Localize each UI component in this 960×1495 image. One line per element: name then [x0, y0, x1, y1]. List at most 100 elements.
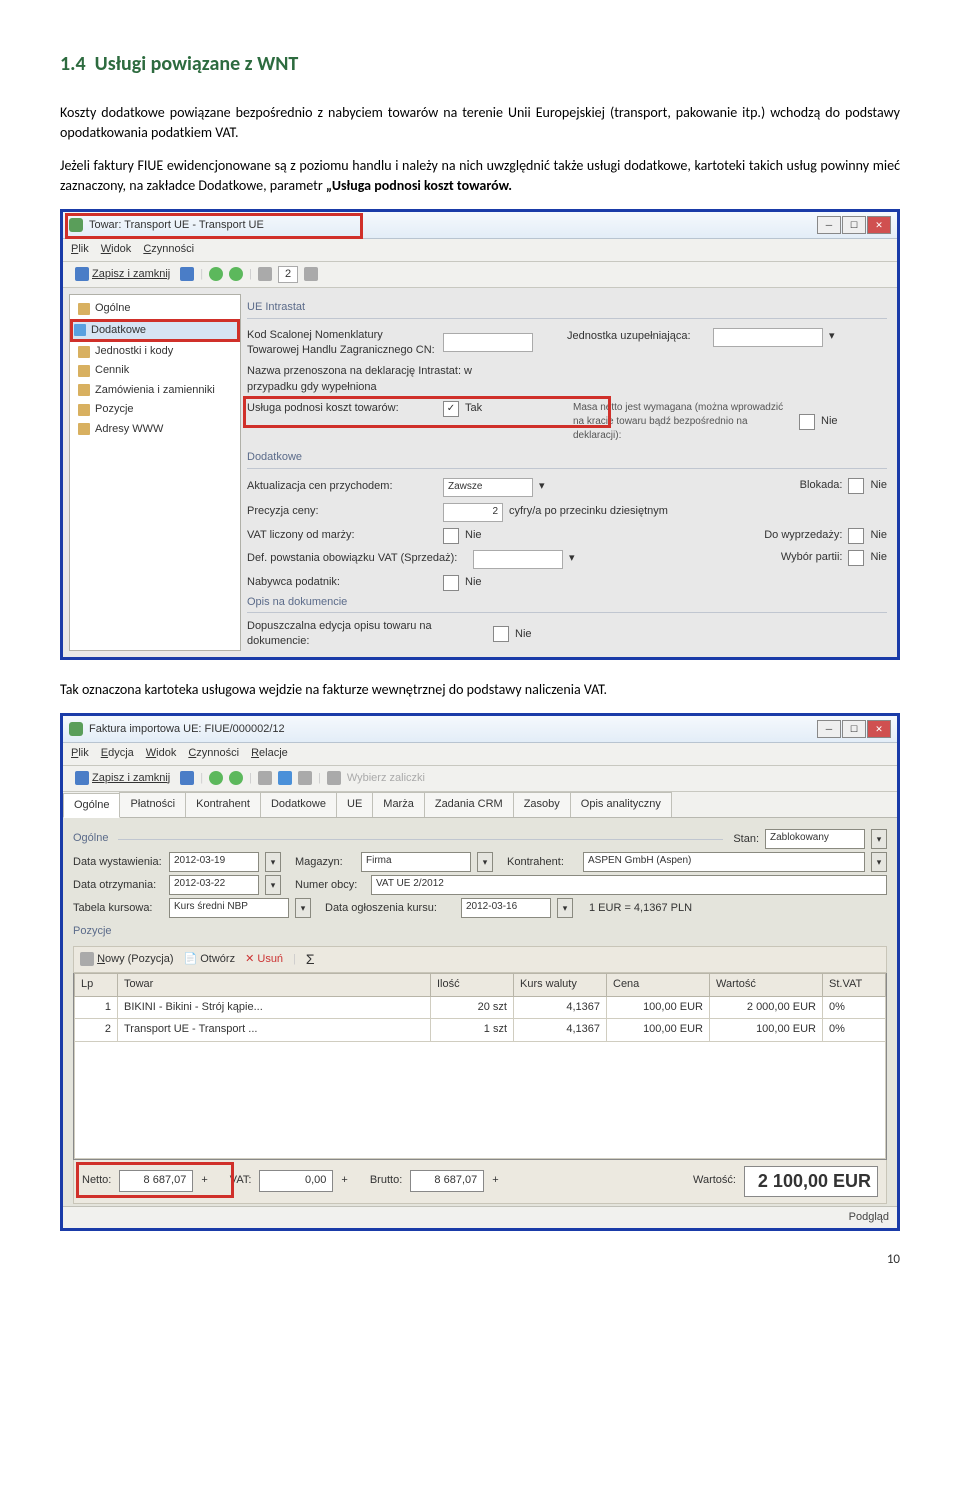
- nowy-pozycja-button[interactable]: Nowy (Pozycja): [80, 952, 173, 967]
- field-data-otrz[interactable]: 2012-03-22: [169, 875, 259, 895]
- sigma-button[interactable]: Σ: [306, 950, 315, 970]
- label-def: Def. powstania obowiązku VAT (Sprzedaż):: [247, 551, 467, 566]
- tree-cennik[interactable]: Cennik: [70, 361, 240, 380]
- checkbox-nab[interactable]: [443, 575, 459, 591]
- label-kontrahent: Kontrahent:: [507, 855, 577, 870]
- field-akt[interactable]: Zawsze: [443, 478, 533, 497]
- dropdown-icon[interactable]: ▾: [871, 852, 887, 872]
- tree-ogolne[interactable]: Ogólne: [70, 299, 240, 318]
- menu-czynnosci[interactable]: Czynności: [188, 746, 239, 761]
- plus-button[interactable]: +: [201, 1173, 207, 1188]
- usun-button[interactable]: ✕ Usuń: [245, 952, 283, 967]
- col-wartosc[interactable]: Wartość: [710, 974, 823, 996]
- dropdown-icon[interactable]: ▾: [829, 329, 835, 344]
- table-row[interactable]: 2 Transport UE - Transport ... 1 szt 4,1…: [75, 1019, 886, 1041]
- field-stan[interactable]: Zablokowany: [765, 829, 865, 849]
- tool-icon-2[interactable]: [304, 267, 318, 281]
- menu-edycja[interactable]: Edycja: [101, 746, 134, 761]
- field-tabela[interactable]: Kurs średni NBP: [169, 898, 289, 918]
- field-kod-cn[interactable]: [443, 333, 533, 352]
- save-close-button[interactable]: Zapisz i zamknij: [71, 266, 174, 283]
- tab-ue[interactable]: UE: [336, 792, 373, 817]
- close-button[interactable]: ✕: [867, 720, 891, 738]
- tool-icon[interactable]: [258, 771, 272, 785]
- save-close-button[interactable]: Zapisz i zamknij: [71, 770, 174, 787]
- save-icon[interactable]: [180, 267, 194, 281]
- nav-back-icon[interactable]: [209, 771, 223, 785]
- col-cena[interactable]: Cena: [607, 974, 710, 996]
- tree-dodatkowe[interactable]: Dodatkowe: [70, 319, 240, 342]
- tab-zadania[interactable]: Zadania CRM: [424, 792, 514, 817]
- menu-czynnosci[interactable]: Czynności: [143, 242, 194, 257]
- tree-jednostki[interactable]: Jednostki i kody: [70, 342, 240, 361]
- menu-relacje[interactable]: Relacje: [251, 746, 288, 761]
- close-button[interactable]: ✕: [867, 216, 891, 234]
- tool-icon-1[interactable]: [258, 267, 272, 281]
- field-numer-obcy[interactable]: VAT UE 2/2012: [371, 875, 887, 895]
- label-netto: Netto:: [82, 1173, 111, 1188]
- plus-button[interactable]: +: [341, 1173, 347, 1188]
- save-icon[interactable]: [180, 771, 194, 785]
- field-prec[interactable]: 2: [443, 503, 503, 522]
- dropdown-icon[interactable]: ▾: [871, 829, 887, 849]
- field-def[interactable]: [473, 550, 563, 569]
- field-data-wyst[interactable]: 2012-03-19: [169, 852, 259, 872]
- dropdown-icon[interactable]: ▾: [557, 898, 573, 918]
- menu-plik[interactable]: Plik: [71, 746, 89, 761]
- tab-opis[interactable]: Opis analityczny: [570, 792, 672, 817]
- dropdown-icon[interactable]: ▾: [477, 852, 493, 872]
- menu-widok[interactable]: Widok: [146, 746, 177, 761]
- tab-kontrahent[interactable]: Kontrahent: [185, 792, 261, 817]
- tool-icon[interactable]: [327, 771, 341, 785]
- label-stan: Stan:: [733, 832, 759, 847]
- table-row[interactable]: 1 BIKINI - Bikini - Strój kąpie... 20 sz…: [75, 996, 886, 1018]
- nav-fwd-icon[interactable]: [229, 771, 243, 785]
- wybierz-zaliczki[interactable]: Wybierz zaliczki: [347, 771, 425, 786]
- dropdown-icon[interactable]: ▾: [265, 852, 281, 872]
- tree-adresy[interactable]: Adresy WWW: [70, 420, 240, 439]
- tool-icon[interactable]: [278, 771, 292, 785]
- col-ilosc[interactable]: Ilość: [431, 974, 514, 996]
- col-lp[interactable]: Lp: [75, 974, 118, 996]
- col-kurs[interactable]: Kurs waluty: [514, 974, 607, 996]
- tab-zasoby[interactable]: Zasoby: [513, 792, 571, 817]
- maximize-button[interactable]: ☐: [842, 720, 866, 738]
- field-data-ogl[interactable]: 2012-03-16: [461, 898, 551, 918]
- tab-ogolne[interactable]: Ogólne: [63, 793, 120, 818]
- checkbox-wypr[interactable]: [848, 528, 864, 544]
- value-wartosc: 2 100,00 EUR: [744, 1166, 878, 1197]
- dropdown-icon[interactable]: ▾: [265, 875, 281, 895]
- checkbox-vatm[interactable]: [443, 528, 459, 544]
- field-magazyn[interactable]: Firma: [361, 852, 471, 872]
- checkbox-usluga[interactable]: ✓: [443, 401, 459, 417]
- otworz-button[interactable]: 📄 Otwórz: [183, 952, 235, 967]
- nav-fwd-icon[interactable]: [229, 267, 243, 281]
- minimize-button[interactable]: ─: [817, 216, 841, 234]
- minimize-button[interactable]: ─: [817, 720, 841, 738]
- nav-tree: Ogólne Dodatkowe Jednostki i kody Cennik…: [69, 294, 241, 651]
- col-towar[interactable]: Towar: [118, 974, 431, 996]
- tree-zamowienia[interactable]: Zamówienia i zamienniki: [70, 381, 240, 400]
- nav-back-icon[interactable]: [209, 267, 223, 281]
- menu-widok[interactable]: Widok: [101, 242, 132, 257]
- dropdown-icon[interactable]: ▾: [295, 898, 311, 918]
- tab-platnosci[interactable]: Płatności: [119, 792, 186, 817]
- plus-button[interactable]: +: [492, 1173, 498, 1188]
- maximize-button[interactable]: ☐: [842, 216, 866, 234]
- checkbox-wyb[interactable]: [848, 550, 864, 566]
- checkbox-blok[interactable]: [848, 478, 864, 494]
- dropdown-icon[interactable]: ▾: [539, 479, 545, 494]
- checkbox-dop[interactable]: [493, 626, 509, 642]
- value-netto: 8 687,07: [119, 1170, 193, 1191]
- menu-plik[interactable]: Plik: [71, 242, 89, 257]
- checkbox-masa[interactable]: [799, 414, 815, 430]
- label-data-wyst: Data wystawienia:: [73, 855, 163, 870]
- label-prec: Precyzja ceny:: [247, 504, 437, 519]
- tree-pozycje[interactable]: Pozycje: [70, 400, 240, 419]
- tool-icon[interactable]: [298, 771, 312, 785]
- field-jed-uz[interactable]: [713, 328, 823, 347]
- col-stvat[interactable]: St.VAT: [823, 974, 886, 996]
- tab-dodatkowe[interactable]: Dodatkowe: [260, 792, 337, 817]
- tab-marza[interactable]: Marża: [372, 792, 425, 817]
- field-kontrahent[interactable]: ASPEN GmbH (Aspen): [583, 852, 865, 872]
